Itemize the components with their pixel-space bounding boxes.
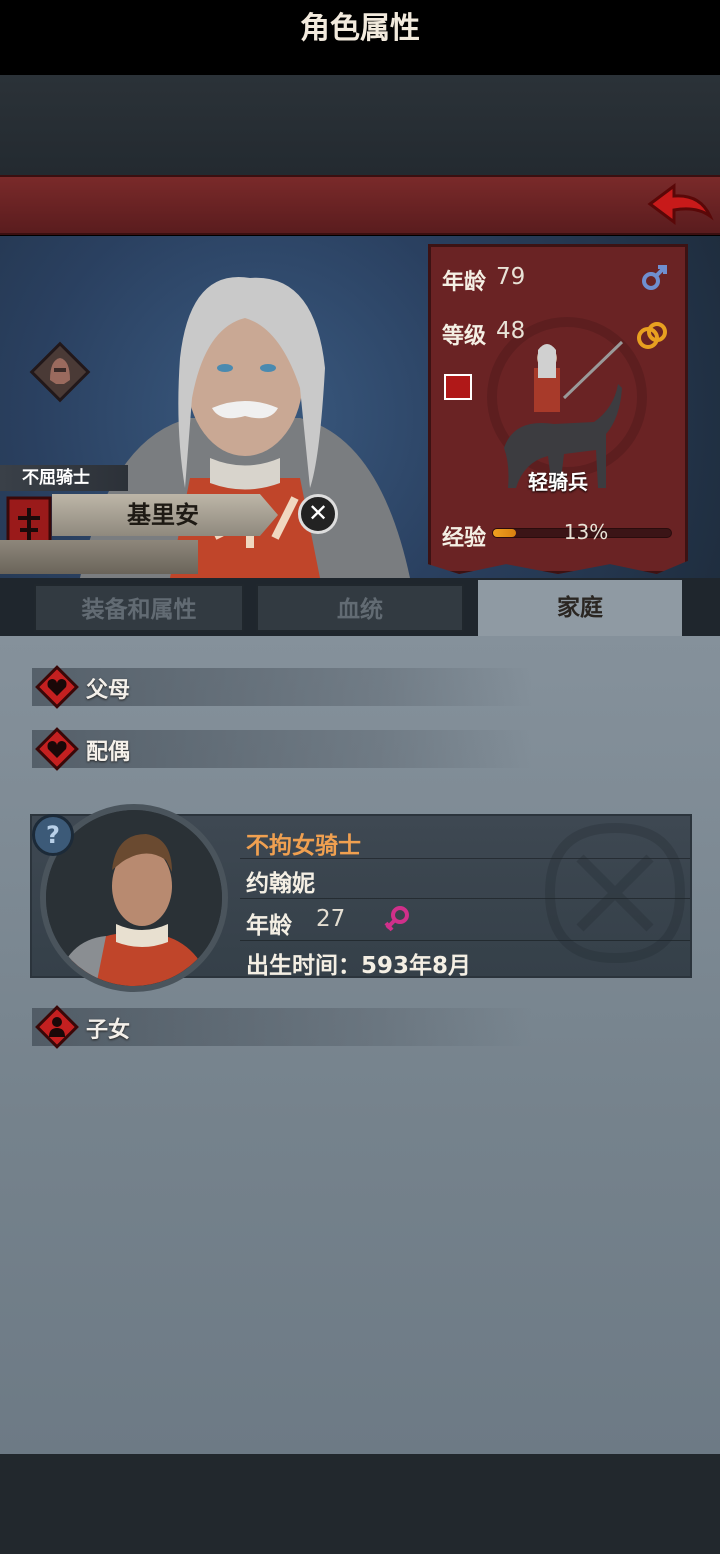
tab-equipment[interactable]: 装备和属性 xyxy=(34,584,244,632)
male-icon xyxy=(642,265,667,290)
header-background xyxy=(0,75,720,175)
spouse-birth-date: 出生时间：593年8月 xyxy=(246,953,472,979)
page-title: 角色属性 xyxy=(300,11,420,46)
question-icon[interactable]: ? xyxy=(32,814,74,856)
spouse-label: 配偶 xyxy=(86,740,131,765)
heart-icon xyxy=(35,665,79,709)
hero-class-label: 不屈骑士 xyxy=(0,465,128,491)
name-plate-ribbon xyxy=(0,540,198,574)
female-icon xyxy=(384,906,409,932)
close-icon: ✕ xyxy=(307,499,329,527)
unit-type-name: 轻骑兵 xyxy=(528,470,588,494)
title-bar xyxy=(0,175,720,235)
back-button[interactable] xyxy=(644,180,714,230)
age-label: 年龄 xyxy=(442,270,487,295)
child-icon xyxy=(35,1005,79,1049)
xp-label: 经验 xyxy=(442,526,487,551)
hero-name: 基里安 xyxy=(127,501,199,529)
ring-icon[interactable] xyxy=(634,318,670,354)
knot-ornament xyxy=(544,822,686,964)
back-arrow-icon xyxy=(647,183,714,225)
navigation-bar xyxy=(0,1454,720,1554)
unit-type-icon[interactable] xyxy=(444,374,472,400)
dismiss-button[interactable]: ✕ xyxy=(298,494,338,534)
tab-family[interactable]: 家庭 xyxy=(478,580,682,636)
age-value: 79 xyxy=(496,264,526,290)
parents-label: 父母 xyxy=(86,678,131,703)
children-label: 子女 xyxy=(86,1018,131,1043)
tab-bloodline[interactable]: 血统 xyxy=(256,584,464,632)
xp-percent: 13% xyxy=(563,520,609,544)
level-label: 等级 xyxy=(442,324,487,349)
spouse-age-label: 年龄 xyxy=(246,913,292,939)
spouse-name: 约翰妮 xyxy=(246,871,315,897)
heart-icon xyxy=(35,727,79,771)
spouse-age-value: 27 xyxy=(316,906,346,932)
spouse-class: 不拘女骑士 xyxy=(246,833,361,859)
xp-bar-fill xyxy=(493,529,516,537)
